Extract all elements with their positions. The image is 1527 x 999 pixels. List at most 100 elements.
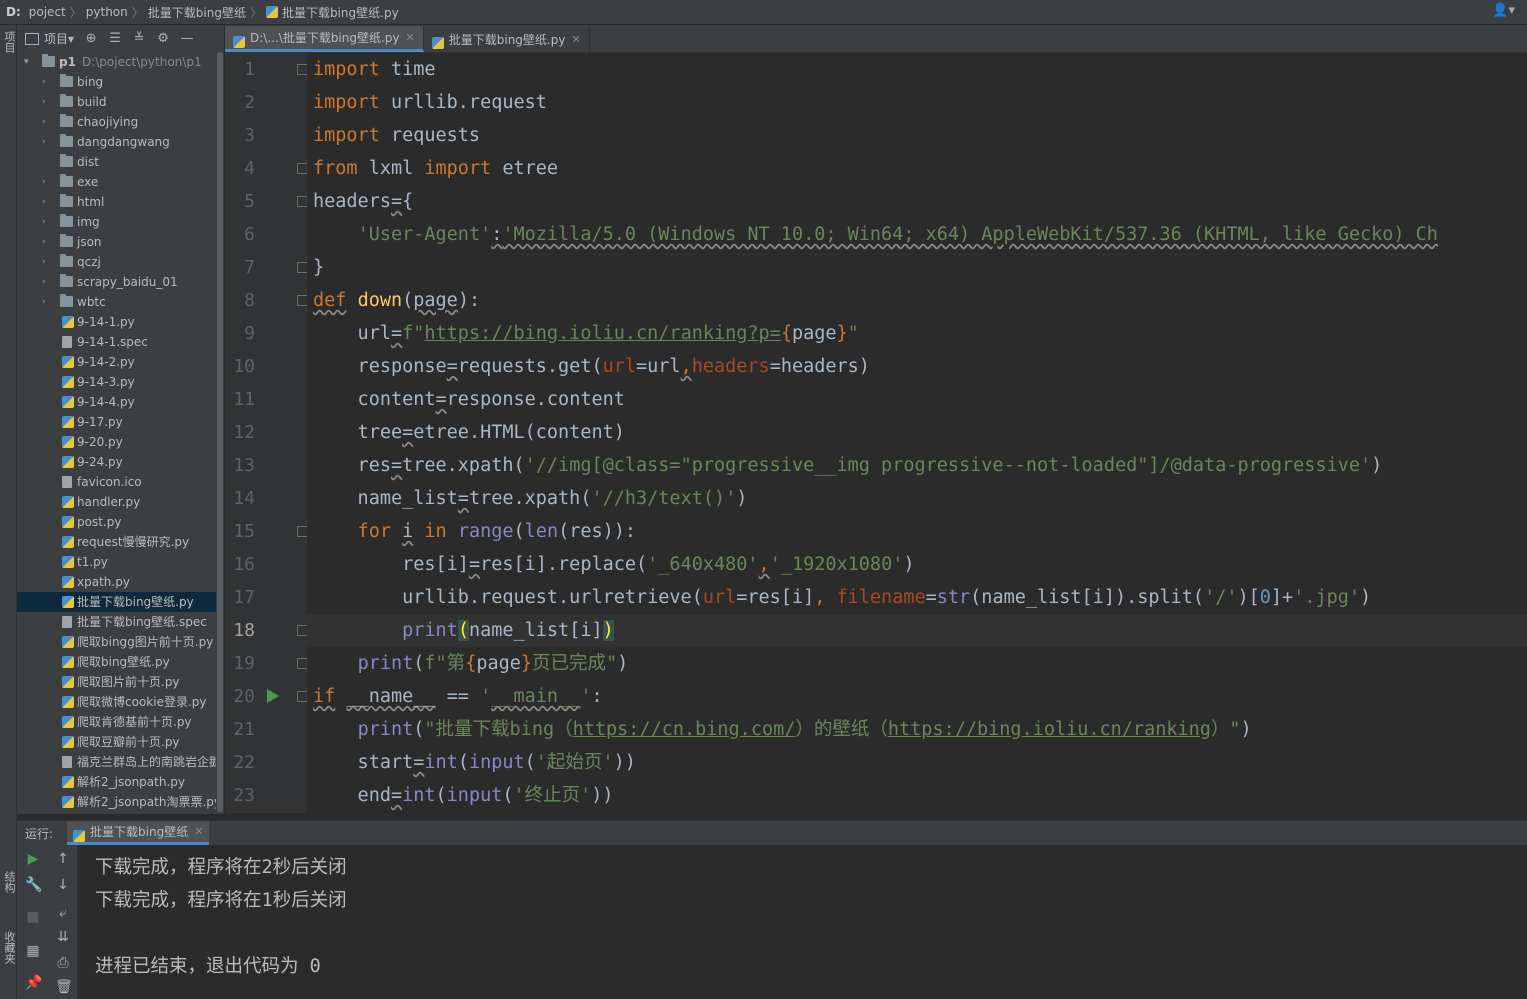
structure-tool-window-label[interactable]: 结构 <box>1 871 17 893</box>
tree-file[interactable]: 解析2_jsonpath.py <box>17 772 216 792</box>
line-number[interactable]: 12 <box>225 416 255 449</box>
project-tool-window-label[interactable]: 项目 <box>1 31 17 53</box>
chevron-right-icon[interactable]: › <box>42 132 52 152</box>
locate-file-icon[interactable]: ⊕ <box>84 31 98 46</box>
run-console[interactable]: 下载完成，程序将在2秒后关闭 下载完成，程序将在1秒后关闭 进程已结束，退出代码… <box>78 845 1527 999</box>
project-view-selector[interactable]: 项目▾ <box>25 30 74 47</box>
tree-file[interactable]: 爬取图片前十页.py <box>17 672 216 692</box>
tree-folder[interactable]: › dangdangwang <box>17 132 216 152</box>
chevron-right-icon[interactable]: › <box>42 272 52 292</box>
close-icon[interactable]: ✕ <box>571 33 580 46</box>
arrow-down-icon[interactable]: ↓ <box>55 877 71 893</box>
close-icon[interactable]: ✕ <box>406 31 415 44</box>
gear-icon[interactable]: ⚙ <box>156 31 170 46</box>
tree-file[interactable]: t1.py <box>17 552 216 572</box>
line-number[interactable]: 9 <box>225 317 255 350</box>
tree-file[interactable]: post.py <box>17 512 216 532</box>
arrow-up-icon[interactable]: ↑ <box>55 851 71 867</box>
tree-folder[interactable]: › scrapy_baidu_01 <box>17 272 216 292</box>
tree-file[interactable]: favicon.ico <box>17 472 216 492</box>
line-number[interactable]: 23 <box>225 779 255 812</box>
line-number[interactable]: 20 <box>225 680 255 713</box>
breadcrumb-drive[interactable]: D: <box>6 5 21 19</box>
chevron-right-icon[interactable]: › <box>42 112 52 132</box>
close-icon[interactable]: ✕ <box>194 825 203 838</box>
tree-file[interactable]: 9-24.py <box>17 452 216 472</box>
tree-folder[interactable]: › wbtc <box>17 292 216 312</box>
layout-icon[interactable]: ▦ <box>25 943 41 959</box>
tree-file[interactable]: 9-14-4.py <box>17 392 216 412</box>
stop-icon[interactable]: ■ <box>25 909 41 925</box>
line-number[interactable]: 2 <box>225 86 255 119</box>
line-number[interactable]: 15 <box>225 515 255 548</box>
breadcrumb-item[interactable]: 批量下载bing壁纸.py <box>282 4 399 21</box>
tree-folder[interactable]: › exe <box>17 172 216 192</box>
chevron-right-icon[interactable]: › <box>42 252 52 272</box>
tree-folder[interactable]: › json <box>17 232 216 252</box>
line-number[interactable]: 17 <box>225 581 255 614</box>
print-icon[interactable]: ⎙ <box>55 955 71 971</box>
run-gutter-icon[interactable] <box>267 689 279 703</box>
chevron-right-icon[interactable]: › <box>42 232 52 252</box>
line-number[interactable]: 16 <box>225 548 255 581</box>
line-number[interactable]: 19 <box>225 647 255 680</box>
line-number[interactable]: 8 <box>225 284 255 317</box>
chevron-down-icon[interactable]: ▾ <box>24 52 34 72</box>
line-number[interactable]: 22 <box>225 746 255 779</box>
user-account-icon[interactable]: 👤▾ <box>1492 3 1515 18</box>
expand-all-icon[interactable]: ☰ <box>108 31 122 46</box>
tree-file[interactable]: 解析2_jsonpath淘票票.py <box>17 792 216 812</box>
breadcrumb-item[interactable]: poject <box>29 5 66 19</box>
trash-icon[interactable]: 🗑 <box>55 979 73 995</box>
line-number[interactable]: 3 <box>225 119 255 152</box>
tree-file[interactable]: handler.py <box>17 492 216 512</box>
line-number[interactable]: 6 <box>225 218 255 251</box>
line-number[interactable]: 5 <box>225 185 255 218</box>
favorites-tool-window-label[interactable]: 收藏夹 <box>1 931 17 964</box>
tree-file-selected[interactable]: 批量下载bing壁纸.py <box>17 592 216 612</box>
hide-panel-icon[interactable]: — <box>180 31 194 46</box>
tree-folder[interactable]: › build <box>17 92 216 112</box>
chevron-right-icon[interactable]: › <box>42 92 52 112</box>
soft-wrap-icon[interactable]: ⤶ <box>55 905 71 921</box>
tree-file[interactable]: 福克兰群岛上的南跳岩企鹅… <box>17 752 216 772</box>
line-number[interactable]: 10 <box>225 350 255 383</box>
editor-tab[interactable]: 批量下载bing壁纸.py ✕ <box>424 26 590 52</box>
tree-file[interactable]: 9-14-2.py <box>17 352 216 372</box>
tree-file[interactable]: 9-17.py <box>17 412 216 432</box>
tree-file[interactable]: 爬取肯德基前十页.py <box>17 712 216 732</box>
line-number[interactable]: 1 <box>225 53 255 86</box>
tree-file[interactable]: xpath.py <box>17 572 216 592</box>
tree-file[interactable]: 批量下载bing壁纸.spec <box>17 612 216 632</box>
pin-icon[interactable]: 📌 <box>25 975 42 991</box>
tree-folder[interactable]: › chaojiying <box>17 112 216 132</box>
tree-folder[interactable]: › qczj <box>17 252 216 272</box>
chevron-right-icon[interactable]: › <box>42 172 52 192</box>
tree-file[interactable]: 爬取bingg图片前十页.py <box>17 632 216 652</box>
tree-file[interactable]: 9-20.py <box>17 432 216 452</box>
breadcrumb-item[interactable]: 批量下载bing壁纸 <box>148 4 246 21</box>
collapse-all-icon[interactable]: ≚ <box>132 31 146 46</box>
breadcrumb-item[interactable]: python <box>86 5 128 19</box>
tree-folder[interactable]: › img <box>17 212 216 232</box>
code-editor[interactable]: import time import urllib.request import… <box>307 53 1527 813</box>
tree-folder[interactable]: › bing <box>17 72 216 92</box>
tree-file[interactable]: 爬取豆瓣前十页.py <box>17 732 216 752</box>
tree-file[interactable]: 爬取微博cookie登录.py <box>17 692 216 712</box>
line-number[interactable]: 18 <box>225 614 255 647</box>
project-tree-scrollbar[interactable] <box>216 52 224 814</box>
line-number[interactable]: 13 <box>225 449 255 482</box>
tree-root[interactable]: ▾ p1 D:\poject\python\p1 <box>17 52 216 72</box>
editor-tab-active[interactable]: D:\...\批量下载bing壁纸.py ✕ <box>225 26 424 52</box>
tree-file[interactable]: 爬取bing壁纸.py <box>17 652 216 672</box>
rerun-icon[interactable]: ▶ <box>25 851 41 867</box>
chevron-right-icon[interactable]: › <box>42 192 52 212</box>
scrollbar-thumb[interactable] <box>217 52 223 812</box>
line-number[interactable]: 14 <box>225 482 255 515</box>
tree-file[interactable]: 9-14-1.py <box>17 312 216 332</box>
scroll-to-end-icon[interactable]: ⇊ <box>55 929 71 945</box>
chevron-right-icon[interactable]: › <box>42 212 52 232</box>
line-number[interactable]: 21 <box>225 713 255 746</box>
line-number[interactable]: 11 <box>225 383 255 416</box>
tree-file[interactable]: 9-14-3.py <box>17 372 216 392</box>
